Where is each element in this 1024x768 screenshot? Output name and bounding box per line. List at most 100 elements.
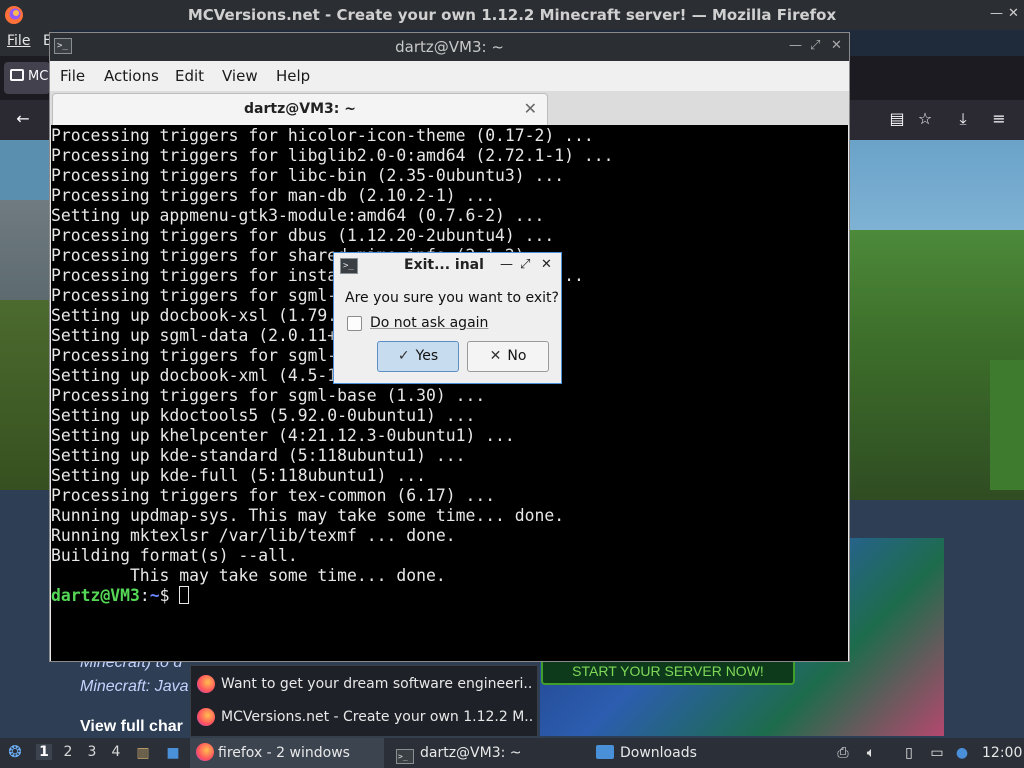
yes-label: Yes xyxy=(415,348,439,364)
checkmark-icon: ✓ xyxy=(397,348,410,364)
workspace-4[interactable]: 4 xyxy=(108,744,124,760)
terminal-line: Setting up khelpcenter (4:21.12.3-0ubunt… xyxy=(51,426,515,445)
task-downloads-label: Downloads xyxy=(620,745,697,761)
terminal-tab[interactable]: dartz@VM3: ~ ✕ xyxy=(52,93,548,125)
task-firefox-label: firefox - 2 windows xyxy=(218,745,350,761)
terminal-output[interactable]: Processing triggers for hicolor-icon-the… xyxy=(51,125,848,661)
terminal-tabbar: dartz@VM3: ~ ✕ xyxy=(50,91,849,125)
terminal-line: Setting up kdoctools5 (5.92.0-0ubuntu1) … xyxy=(51,406,476,425)
terminal-window-title: dartz@VM3: ~ xyxy=(395,38,504,56)
tab-close-icon[interactable]: ✕ xyxy=(524,99,537,118)
download-icon[interactable]: ⤓ xyxy=(952,108,974,130)
notes-icon[interactable]: ▯ xyxy=(900,744,918,762)
terminal-line: Running mktexlsr /var/lib/texmf ... done… xyxy=(51,526,456,545)
firefox-window-list-popup: Want to get your dream software engineer… xyxy=(190,665,538,737)
show-desktop-icon[interactable]: ■ xyxy=(164,744,182,762)
firefox-window-title: MCVersions.net - Create your own 1.12.2 … xyxy=(187,6,837,24)
dialog-titlebar[interactable]: >_ Exit... inal — ⤢ ✕ xyxy=(334,253,561,279)
text-cursor xyxy=(179,586,190,604)
start-server-button[interactable]: START YOUR SERVER NOW! xyxy=(541,658,795,685)
terminal-line: Processing triggers for hicolor-icon-the… xyxy=(51,126,594,145)
terminal-line: Processing triggers for libglib2.0-0:amd… xyxy=(51,146,614,165)
clipboard-icon[interactable]: ⎙ xyxy=(834,744,852,762)
yes-button[interactable]: ✓ Yes xyxy=(377,341,459,372)
firefox-tab-mcversions[interactable]: MC xyxy=(4,62,50,94)
terminal-line: This may take some time... done. xyxy=(51,566,446,585)
do-not-ask-checkbox[interactable] xyxy=(347,316,362,331)
network-icon[interactable]: ● xyxy=(953,744,971,762)
folder-icon xyxy=(596,745,614,759)
popup-item-label: MCVersions.net - Create your own 1.12.2 … xyxy=(221,709,533,725)
firefox-titlebar: MCVersions.net - Create your own 1.12.2 … xyxy=(0,0,1024,30)
terminal-line: Setting up kde-full (5:118ubuntu1) ... xyxy=(51,466,426,485)
firefox-icon xyxy=(197,675,215,693)
terminal-menubar: File Actions Edit View Help xyxy=(50,61,849,91)
x-icon: ✕ xyxy=(489,348,502,364)
bookmark-star-icon[interactable]: ☆ xyxy=(914,108,936,130)
prompt-separator: : xyxy=(139,586,150,605)
menu-help[interactable]: Help xyxy=(276,67,310,85)
workspace-2[interactable]: 2 xyxy=(60,744,76,760)
clock[interactable]: 12:00 xyxy=(982,738,1022,768)
terminal-prompt-line: dartz@VM3:~$ xyxy=(51,586,848,606)
task-firefox[interactable]: firefox - 2 windows xyxy=(190,738,384,768)
close-icon[interactable]: ✕ xyxy=(831,38,842,53)
terminal-line: Setting up kde-standard (5:118ubuntu1) .… xyxy=(51,446,466,465)
no-label: No xyxy=(507,348,527,364)
terminal-line: Setting up appmenu-gtk3-module:amd64 (0.… xyxy=(51,206,545,225)
task-downloads[interactable]: Downloads xyxy=(592,738,782,768)
firefox-menubar: File E xyxy=(0,30,52,56)
tab-favicon-icon xyxy=(10,69,24,81)
menu-file[interactable]: File xyxy=(60,67,85,85)
menu-view[interactable]: View xyxy=(222,67,258,85)
terminal-line: Building format(s) --all. xyxy=(51,546,298,565)
task-terminal-label: dartz@VM3: ~ xyxy=(420,745,522,761)
terminal-line: Processing triggers for sgml-base (1.30)… xyxy=(51,386,486,405)
display-icon[interactable]: ▭ xyxy=(928,744,946,762)
dialog-title: Exit... inal xyxy=(404,257,484,273)
menu-actions[interactable]: Actions xyxy=(104,67,159,85)
page-link-minecraft-java[interactable]: Minecraft: Java xyxy=(80,678,188,696)
reader-view-icon[interactable]: ▤ xyxy=(886,108,908,130)
hamburger-menu-icon[interactable]: ≡ xyxy=(988,108,1010,130)
prompt-symbol: $ xyxy=(159,586,180,605)
page-link-view-full-changelog[interactable]: View full char xyxy=(80,718,183,736)
task-terminal[interactable]: >_ dartz@VM3: ~ xyxy=(392,738,582,768)
dialog-question: Are you sure you want to exit? xyxy=(345,290,559,306)
menu-edit[interactable]: Edit xyxy=(175,67,204,85)
close-icon[interactable]: ✕ xyxy=(541,257,552,272)
terminal-tab-title: dartz@VM3: ~ xyxy=(244,101,356,117)
maximize-icon[interactable]: ⤢ xyxy=(810,38,820,53)
terminal-titlebar[interactable]: >_ dartz@VM3: ~ — ⤢ ✕ xyxy=(50,33,849,61)
minimize-icon[interactable]: — xyxy=(990,6,1003,21)
app-menu-icon[interactable]: ❂ xyxy=(6,743,24,761)
maximize-icon[interactable]: ⤢ xyxy=(520,257,530,272)
terminal-icon: >_ xyxy=(340,258,358,274)
terminal-line: Processing triggers for man-db (2.10.2-1… xyxy=(51,186,496,205)
minecraft-artwork-left xyxy=(0,140,52,490)
volume-icon[interactable]: 🔈︎ xyxy=(862,744,880,762)
workspace-3[interactable]: 3 xyxy=(84,744,100,760)
tab-label: MC xyxy=(28,69,49,84)
file-manager-icon[interactable]: ▥ xyxy=(134,744,152,762)
popup-item-window-2[interactable]: MCVersions.net - Create your own 1.12.2 … xyxy=(197,703,533,731)
minimize-icon[interactable]: — xyxy=(789,38,802,53)
terminal-line: Processing triggers for dbus (1.12.20-2u… xyxy=(51,226,555,245)
popup-item-window-1[interactable]: Want to get your dream software engineer… xyxy=(197,670,533,698)
exit-confirm-dialog: >_ Exit... inal — ⤢ ✕ Are you sure you w… xyxy=(333,252,562,384)
terminal-line: Processing triggers for libc-bin (2.35-0… xyxy=(51,166,565,185)
minimize-icon[interactable]: — xyxy=(500,257,513,272)
firefox-icon xyxy=(196,743,214,761)
taskbar: ❂ 1 2 3 4 ▥ ■ firefox - 2 windows >_ dart… xyxy=(0,738,1024,768)
prompt-path: ~ xyxy=(149,586,160,605)
popup-item-label: Want to get your dream software engineer… xyxy=(221,676,533,692)
close-icon[interactable]: ✕ xyxy=(1008,6,1019,21)
terminal-line: Running updmap-sys. This may take some t… xyxy=(51,506,565,525)
back-arrow-icon[interactable]: ← xyxy=(12,108,34,130)
no-button[interactable]: ✕ No xyxy=(467,341,549,372)
workspace-1[interactable]: 1 xyxy=(36,744,52,760)
minecraft-artwork-right-lower xyxy=(990,360,1024,490)
terminal-line: Processing triggers for tex-common (6.17… xyxy=(51,486,496,505)
do-not-ask-label[interactable]: Do not ask again xyxy=(370,315,488,331)
firefox-menu-file[interactable]: File xyxy=(7,33,30,49)
